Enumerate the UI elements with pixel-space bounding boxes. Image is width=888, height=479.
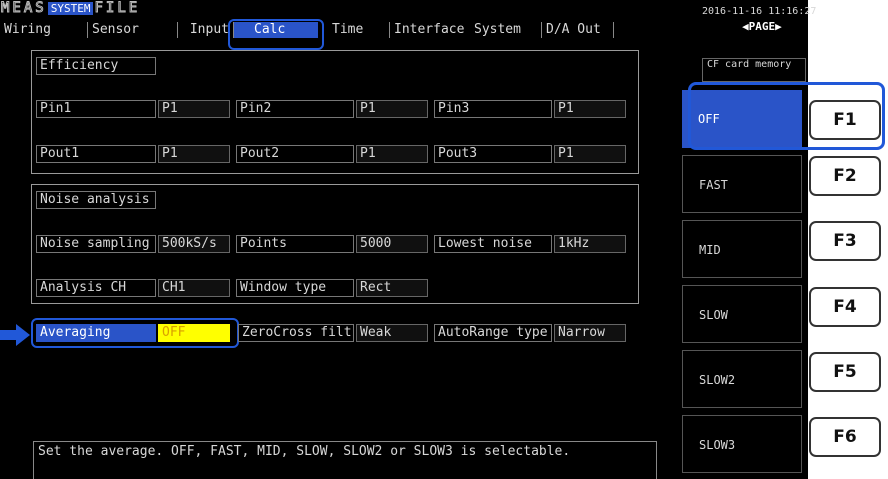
pout1-label: Pout1 bbox=[36, 145, 156, 163]
mode-meas[interactable]: MEAS bbox=[0, 1, 48, 16]
pout2-value[interactable]: P1 bbox=[356, 145, 428, 163]
pout3-label: Pout3 bbox=[434, 145, 552, 163]
f6-key[interactable]: F6 bbox=[809, 417, 881, 457]
option-slow3-button[interactable]: SLOW3 bbox=[682, 415, 802, 473]
pin1-value[interactable]: P1 bbox=[158, 100, 230, 118]
efficiency-title: Efficiency bbox=[36, 57, 156, 75]
f3-key[interactable]: F3 bbox=[809, 221, 881, 261]
averaging-highlight-frame bbox=[31, 318, 239, 348]
noise-title: Noise analysis bbox=[36, 191, 156, 209]
zerocross-label: ZeroCross filt bbox=[238, 324, 354, 342]
points-value[interactable]: 5000 bbox=[356, 235, 428, 253]
window-type-label: Window type bbox=[236, 279, 354, 297]
noise-sampling-label: Noise sampling bbox=[36, 235, 156, 253]
lcd-display: MEAS SYSTEM FILE Wiring Sensor Input Calc … bbox=[0, 0, 680, 479]
pin3-label: Pin3 bbox=[434, 100, 552, 118]
tab-input[interactable]: Input bbox=[178, 22, 234, 38]
window-type-value[interactable]: Rect bbox=[356, 279, 428, 297]
tab-da-out[interactable]: D/A Out bbox=[542, 22, 614, 38]
option-slow-button[interactable]: SLOW bbox=[682, 285, 802, 343]
arrow-pointer-icon bbox=[0, 324, 30, 346]
tab-system[interactable]: System bbox=[470, 22, 542, 38]
option-mid-button[interactable]: MID bbox=[682, 220, 802, 278]
lowest-noise-value[interactable]: 1kHz bbox=[554, 235, 626, 253]
analysis-ch-value[interactable]: CH1 bbox=[158, 279, 230, 297]
page-key-label: PAGE bbox=[748, 20, 776, 33]
lowest-noise-label: Lowest noise bbox=[434, 235, 552, 253]
page-key[interactable]: ◀PAGE▶ bbox=[742, 19, 782, 35]
settings-tab-bar: Wiring Sensor Input Calc Time Interface … bbox=[0, 18, 680, 42]
f5-key[interactable]: F5 bbox=[809, 352, 881, 392]
pin3-value[interactable]: P1 bbox=[554, 100, 626, 118]
pin1-label: Pin1 bbox=[36, 100, 156, 118]
f2-key[interactable]: F2 bbox=[809, 156, 881, 196]
help-message: Set the average. OFF, FAST, MID, SLOW, S… bbox=[33, 441, 657, 479]
points-label: Points bbox=[236, 235, 354, 253]
cf-card-status: CF card memory bbox=[702, 58, 806, 82]
pin2-value[interactable]: P1 bbox=[356, 100, 428, 118]
zerocross-value[interactable]: Weak bbox=[356, 324, 428, 342]
pin2-label: Pin2 bbox=[236, 100, 354, 118]
pout1-value[interactable]: P1 bbox=[158, 145, 230, 163]
tab-interface[interactable]: Interface bbox=[390, 22, 474, 38]
f4-key[interactable]: F4 bbox=[809, 287, 881, 327]
pout2-label: Pout2 bbox=[236, 145, 354, 163]
f1-highlight-frame bbox=[688, 82, 885, 150]
option-slow2-button[interactable]: SLOW2 bbox=[682, 350, 802, 408]
tab-time[interactable]: Time bbox=[328, 22, 390, 38]
tab-highlight-frame bbox=[228, 19, 324, 50]
pout3-value[interactable]: P1 bbox=[554, 145, 626, 163]
mode-banner: MEAS SYSTEM FILE bbox=[0, 1, 141, 16]
mode-file[interactable]: FILE bbox=[93, 1, 141, 16]
autorange-value[interactable]: Narrow bbox=[554, 324, 626, 342]
instrument-screen: MEAS SYSTEM FILE Wiring Sensor Input Calc … bbox=[0, 0, 888, 479]
analysis-ch-label: Analysis CH bbox=[36, 279, 156, 297]
datetime: 2016-11-16 11:16:27 bbox=[702, 6, 817, 17]
option-fast-button[interactable]: FAST bbox=[682, 155, 802, 213]
mode-system[interactable]: SYSTEM bbox=[47, 2, 94, 15]
autorange-label: AutoRange type bbox=[434, 324, 552, 342]
tab-sensor[interactable]: Sensor bbox=[88, 22, 178, 38]
tab-wiring[interactable]: Wiring bbox=[0, 22, 88, 38]
noise-sampling-value[interactable]: 500kS/s bbox=[158, 235, 230, 253]
